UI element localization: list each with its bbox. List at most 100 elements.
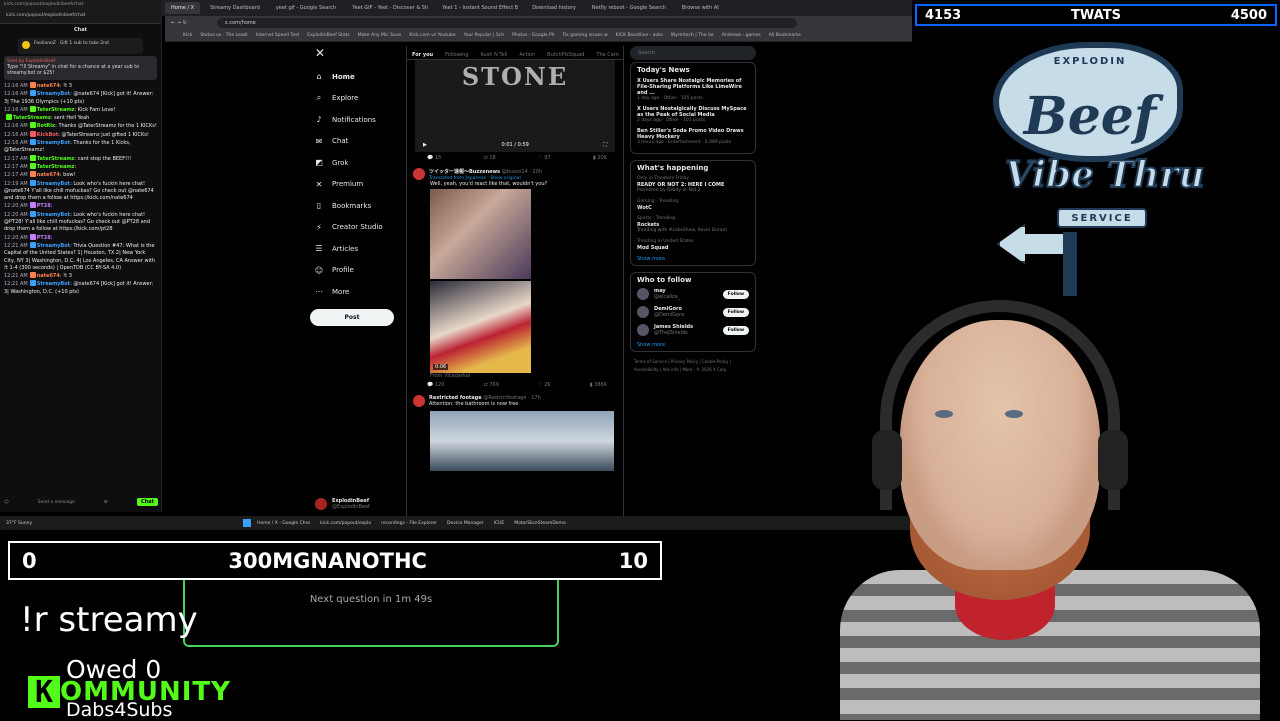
like-icon[interactable]: ♡ 97 xyxy=(538,155,550,161)
show-more-link[interactable]: Show more xyxy=(637,256,749,262)
taskbar-item[interactable]: MotorSliceSteamDemo xyxy=(514,521,566,526)
news-item[interactable]: X Users Nostalgically Discuss MySpace as… xyxy=(637,106,749,124)
browser-tab[interactable]: Yeet 1 - Instant Sound Effect B xyxy=(436,2,522,14)
message-user[interactable]: StreamyBot xyxy=(37,140,70,146)
message-user[interactable]: PT28 xyxy=(37,203,51,209)
follow-button[interactable]: Follow xyxy=(722,325,749,335)
repost-icon[interactable]: ⇄ 769 xyxy=(484,382,499,388)
message-user[interactable]: TaterStreamz xyxy=(37,156,75,162)
nav-more[interactable]: ⋯ More xyxy=(305,281,405,303)
bookmark-item[interactable]: Fix gaming issues w xyxy=(563,33,608,38)
message-user[interactable]: StreamyBot xyxy=(37,281,70,287)
nav-creator-studio[interactable]: ⚡ Creator Studio xyxy=(305,217,405,239)
pinned-gift-banner[interactable]: FoolianoZ Gift 1 sub to take 2nd xyxy=(18,38,143,54)
nav-grok[interactable]: ◩ Grok xyxy=(305,152,405,174)
message-user[interactable]: nate674 xyxy=(37,172,60,178)
browser-tab[interactable]: Streamy Dashboard xyxy=(204,2,266,14)
account-switcher[interactable]: ExplodinBeef @ExplodinBeef xyxy=(315,498,370,510)
nav-chat[interactable]: ✉ Chat xyxy=(305,131,405,153)
tweet-author[interactable]: ツイッター速報～Buzzenews xyxy=(429,169,500,175)
back-icon[interactable]: ← xyxy=(171,20,175,26)
nav-home[interactable]: ⌂ Home xyxy=(305,66,405,88)
message-user[interactable]: TaterStreamz xyxy=(37,164,75,170)
feed-tab[interactable]: For you xyxy=(412,52,433,59)
message-user[interactable]: StreamyBot xyxy=(37,212,70,218)
search-input[interactable]: Search xyxy=(630,46,756,60)
follow-button[interactable]: Follow xyxy=(722,289,749,299)
news-item[interactable]: Ben Stiller's Soda Promo Video Draws Hea… xyxy=(637,128,749,146)
message-user[interactable]: TaterStreamz xyxy=(37,107,75,113)
bookmark-item[interactable]: Photos - Google Ph xyxy=(512,33,555,38)
browser-tab[interactable]: Netfly reboot - Google Search xyxy=(586,2,672,14)
feed-tab[interactable]: Kush N Tell xyxy=(481,52,508,59)
feed-tab[interactable]: ButchPlsSquad xyxy=(547,52,584,59)
nav-articles[interactable]: ☰ Articles xyxy=(305,238,405,260)
views-icon[interactable]: ▮ 386K xyxy=(590,382,607,388)
bookmark-item[interactable]: Kick.com vs Youtube xyxy=(409,33,455,38)
taskbar-item[interactable]: Home / X - Google Chro xyxy=(257,521,310,526)
bookmark-item[interactable]: KICK Boostlive - auto xyxy=(616,33,663,38)
feed-tab[interactable]: The Cam xyxy=(596,52,618,59)
nav-premium[interactable]: ✕ Premium xyxy=(305,174,405,196)
post-button[interactable]: Post xyxy=(310,308,394,326)
bookmark-item[interactable]: Your Popular | Sch xyxy=(464,33,504,38)
browser-tab[interactable]: yeet gif - Google Search xyxy=(270,2,342,14)
play-icon[interactable]: ▶ xyxy=(423,142,427,148)
feed-tab[interactable]: Following xyxy=(445,52,468,59)
nav-profile[interactable]: ☺ Profile xyxy=(305,260,405,282)
reply-icon[interactable]: 💬 16 xyxy=(427,155,441,161)
avatar[interactable] xyxy=(637,306,649,318)
message-user[interactable]: TaterStreamz xyxy=(13,115,51,121)
chat-send-button[interactable]: Chat xyxy=(136,498,158,506)
avatar[interactable] xyxy=(637,288,649,300)
bookmark-item[interactable]: Make Any Mic Soun xyxy=(358,33,402,38)
taskbar-item[interactable]: ICUE xyxy=(494,521,505,526)
nav-notifications[interactable]: ♪ Notifications xyxy=(305,109,405,131)
chat-input[interactable]: Send a message xyxy=(38,500,75,505)
follow-name-block[interactable]: may @elcaliza_ xyxy=(654,288,718,300)
message-user[interactable]: PT28 xyxy=(37,235,51,241)
browser-tab[interactable]: Browse with AI xyxy=(676,2,725,14)
bookmark-item[interactable]: Kick xyxy=(183,33,192,38)
message-user[interactable]: nate674 xyxy=(37,83,60,89)
bookmark-item[interactable]: All Bookmarks xyxy=(769,33,801,38)
message-user[interactable]: BotRix xyxy=(37,123,55,129)
message-user[interactable]: StreamyBot xyxy=(37,91,70,97)
avatar[interactable] xyxy=(637,324,649,336)
avatar[interactable] xyxy=(413,168,425,180)
message-user[interactable]: KickBot xyxy=(37,132,59,138)
tweet-image[interactable] xyxy=(430,189,531,279)
taskbar-item[interactable]: Device Manager xyxy=(447,521,484,526)
browser-tab[interactable]: Download history xyxy=(526,2,582,14)
bookmark-item[interactable]: ExplodinBeef Stats xyxy=(307,33,349,38)
trend-item[interactable]: Gaming · Trending WotC xyxy=(637,199,749,211)
feed-tab[interactable]: Action xyxy=(519,52,535,59)
repost-icon[interactable]: ⇄ 18 xyxy=(484,155,496,161)
x-footer[interactable]: Terms of Service | Privacy Policy | Cook… xyxy=(630,358,756,374)
trend-item[interactable]: Sports · Trending Rockets Trending with #L… xyxy=(637,216,749,234)
bookmark-item[interactable]: Andrews - games xyxy=(722,33,761,38)
follow-name-block[interactable]: James Shields @TheJShields xyxy=(654,324,718,336)
windows-start-icon[interactable] xyxy=(243,519,252,527)
views-icon[interactable]: ▮ 20K xyxy=(593,155,607,161)
bookmark-item[interactable]: Status.us - The Leadi xyxy=(200,33,247,38)
reload-icon[interactable]: ↻ xyxy=(183,20,187,26)
taskbar-item[interactable]: kick.com/popout/explo xyxy=(320,521,371,526)
emote-icon[interactable]: ☺ xyxy=(4,500,9,505)
browser-tab[interactable]: Yeet GIF - Yeet - Discover & Sh xyxy=(346,2,432,14)
tweet-image[interactable]: 0:06 xyxy=(430,281,531,373)
trend-item[interactable]: Trending in United States Mod Squad xyxy=(637,239,749,251)
chat-url-bar[interactable]: kick.com/popout/explodinbeef/chat xyxy=(0,10,161,24)
settings-icon[interactable]: ⚙ xyxy=(104,500,108,505)
follow-button[interactable]: Follow xyxy=(722,307,749,317)
x-logo-icon[interactable]: ✕ xyxy=(305,46,405,66)
nav-bookmarks[interactable]: ▯ Bookmarks xyxy=(305,195,405,217)
avatar[interactable] xyxy=(413,395,425,407)
tweet-image[interactable] xyxy=(430,411,614,471)
video-player[interactable]: STONE ▶ 0:01 / 0:59 ⛶ xyxy=(415,60,615,152)
weather-widget[interactable]: 37°F Sunny xyxy=(6,521,32,526)
reply-icon[interactable]: 💬 120 xyxy=(427,382,444,388)
browser-tab[interactable]: Home / X xyxy=(165,2,201,14)
forward-icon[interactable]: → xyxy=(177,20,181,26)
fullscreen-icon[interactable]: ⛶ xyxy=(603,142,607,148)
